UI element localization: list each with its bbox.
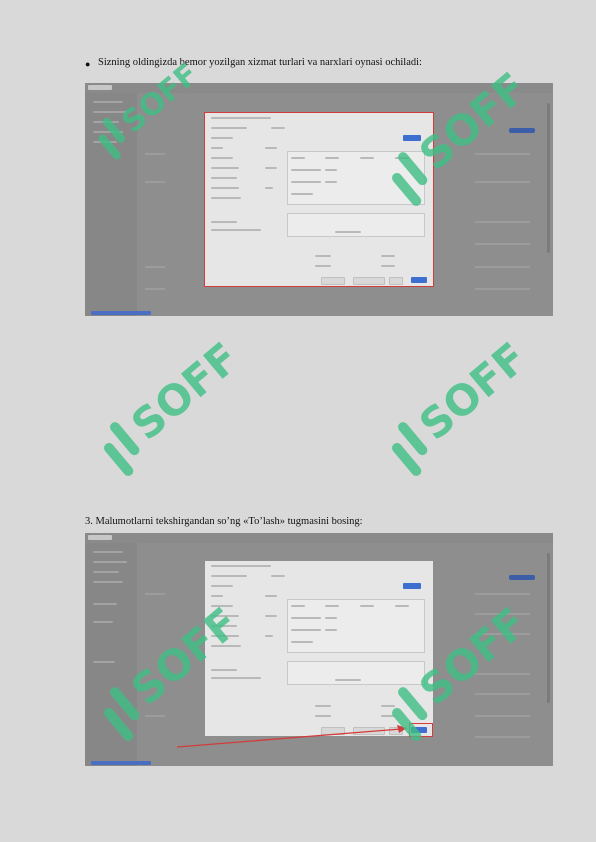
modal-secondary-button-1[interactable] [321,277,345,285]
modal-secondary-button-2[interactable] [353,277,385,285]
document-page: ● Sizning oldingizda bemor yozilgan xizm… [0,0,596,842]
watermark-text: SOFF [115,60,194,140]
watermark-text: SOFF [122,598,248,715]
app-topbar [85,533,553,543]
modal-add-button[interactable] [403,583,421,589]
soff-watermark-logo: SOFF [103,598,248,741]
modal-secondary-button-3[interactable] [389,277,403,285]
watermark-text: SOFF [410,63,536,180]
soff-watermark-logo: SOFF [98,60,194,160]
watermark-text: SOFF [410,333,536,450]
app-bottom-button[interactable] [91,761,151,765]
step3-instruction-text: 3. Malumotlarni tekshirgandan so’ng «To’… [85,516,363,527]
watermark-text: SOFF [410,598,536,715]
app-logo [88,535,112,540]
app-action-button[interactable] [509,575,535,580]
soff-watermark-logo: SOFF [391,598,536,741]
app-bottom-button[interactable] [91,311,151,315]
soff-watermark-logo: SOFF [391,333,536,476]
watermark-text: SOFF [122,333,248,450]
soff-watermark-logo: SOFF [391,63,536,206]
modal-pay-button[interactable] [411,277,427,283]
soff-watermark-logo: SOFF [103,333,248,476]
scrollbar[interactable] [547,553,550,703]
scrollbar[interactable] [547,103,550,253]
